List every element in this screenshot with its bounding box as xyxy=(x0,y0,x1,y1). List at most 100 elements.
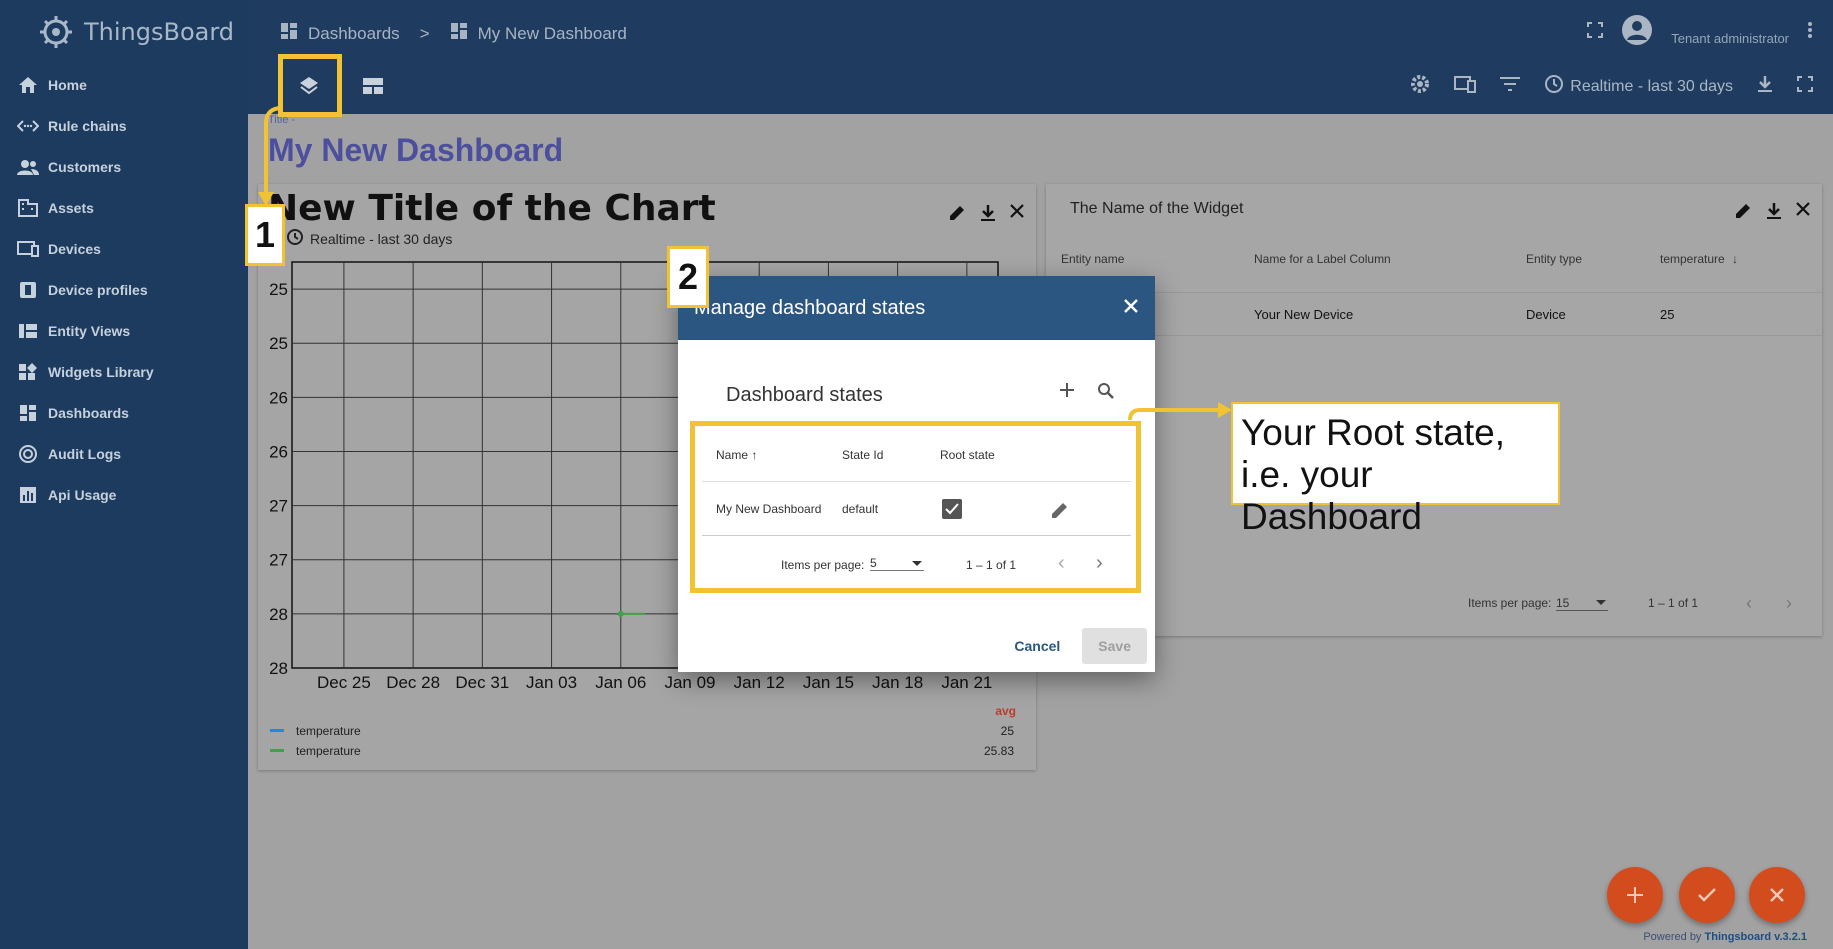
add-icon[interactable] xyxy=(1059,382,1075,405)
fullscreen-icon[interactable] xyxy=(1587,22,1604,43)
filter-icon[interactable] xyxy=(1500,77,1521,96)
chevron-left-icon[interactable]: ‹ xyxy=(1746,593,1752,614)
sidebar-item-label: Customers xyxy=(48,158,122,175)
download-icon[interactable] xyxy=(1766,202,1782,225)
sidebar-item-device-profiles[interactable]: Device profiles xyxy=(0,269,248,310)
settings-icon[interactable] xyxy=(1410,74,1430,99)
dashboard-toolbar: Realtime - last 30 days xyxy=(1410,74,1813,99)
widget-actions xyxy=(1734,202,1810,225)
sidebar-item-label: Rule chains xyxy=(48,117,127,134)
download-icon[interactable] xyxy=(1757,75,1773,98)
sidebar-item-entity-views[interactable]: Entity Views xyxy=(0,310,248,351)
close-icon xyxy=(1770,888,1784,902)
sidebar-item-rule-chains[interactable]: Rule chains xyxy=(0,105,248,146)
legend-swatch-green xyxy=(270,749,284,752)
callout-line: Your Root state, xyxy=(1241,412,1505,453)
legend-swatch-blue xyxy=(270,729,284,732)
y-tick-label: 27 xyxy=(269,497,288,516)
sidebar-item-home[interactable]: Home xyxy=(0,64,248,105)
cell-temperature: 25 xyxy=(1660,307,1675,322)
sidebar: ThingsBoard Home Rule chains Customers A… xyxy=(0,0,248,949)
x-tick-label: Dec 28 xyxy=(386,673,440,692)
sidebar-item-widgets-library[interactable]: Widgets Library xyxy=(0,351,248,392)
arrow-down-icon: ↓ xyxy=(1732,252,1738,266)
avatar[interactable] xyxy=(1621,14,1653,51)
widget-title: The Name of the Widget xyxy=(1070,200,1244,217)
topbar: Dashboards > My New Dashboard Tenant adm… xyxy=(248,0,1833,114)
sidebar-item-api-usage[interactable]: Api Usage xyxy=(0,474,248,515)
root-state-callout: Your Root state, i.e. your Dashboard xyxy=(1231,402,1560,537)
dialog-actions: Cancel Save xyxy=(1006,628,1147,664)
dashboards-icon xyxy=(280,22,298,45)
cancel-button[interactable]: Cancel xyxy=(1006,628,1068,664)
audit-logs-icon xyxy=(16,444,40,464)
step-2-badge: 2 xyxy=(667,246,709,308)
y-tick-label: 28 xyxy=(269,605,288,624)
sidebar-item-label: Device profiles xyxy=(48,281,148,298)
apply-changes-button[interactable] xyxy=(1679,867,1735,923)
column-header[interactable]: Entity type xyxy=(1526,252,1582,266)
timewindow-button[interactable]: Realtime - last 30 days xyxy=(1544,74,1733,99)
check-icon xyxy=(1698,888,1716,902)
y-tick-label: 28 xyxy=(269,659,288,678)
page-range: 1 – 1 of 1 xyxy=(1648,596,1699,610)
search-icon[interactable] xyxy=(1097,382,1115,405)
manage-layouts-button[interactable] xyxy=(346,56,400,116)
dialog-title: Manage dashboard states xyxy=(694,296,926,319)
customers-icon xyxy=(16,157,40,177)
save-button[interactable]: Save xyxy=(1082,628,1147,664)
callout-line: i.e. your Dashboard xyxy=(1241,454,1423,537)
dashboards-icon xyxy=(16,403,40,423)
chevron-right-icon[interactable]: › xyxy=(1786,593,1792,614)
cell-label: Your New Device xyxy=(1254,307,1354,322)
sidebar-item-assets[interactable]: Assets xyxy=(0,187,248,228)
legend-series-value: 25 xyxy=(1000,724,1014,738)
sidebar-item-audit-logs[interactable]: Audit Logs xyxy=(0,433,248,474)
clock-icon xyxy=(1544,74,1564,99)
api-usage-icon xyxy=(16,485,40,505)
sidebar-item-label: Entity Views xyxy=(48,322,131,339)
add-widget-button[interactable] xyxy=(1607,867,1663,923)
more-vert-icon[interactable] xyxy=(1807,21,1813,44)
breadcrumb-dashboards[interactable]: Dashboards xyxy=(308,24,400,44)
user-role: Tenant administrator xyxy=(1671,31,1789,46)
sidebar-item-devices[interactable]: Devices xyxy=(0,228,248,269)
legend-series-name: temperature xyxy=(296,724,361,738)
breadcrumb-separator: > xyxy=(419,23,430,43)
sidebar-item-label: Assets xyxy=(48,199,94,216)
sidebar-item-label: Devices xyxy=(48,240,101,257)
entity-views-icon xyxy=(16,321,40,341)
app-name: ThingsBoard xyxy=(84,18,235,46)
timewindow-label: Realtime - last 30 days xyxy=(1570,77,1733,95)
x-tick-label: Jan 09 xyxy=(664,673,715,692)
page-size-value: 15 xyxy=(1556,596,1570,610)
edit-icon[interactable] xyxy=(1734,202,1752,225)
table-row[interactable]: e Your New Device Device 25 xyxy=(1046,292,1822,336)
sidebar-item-customers[interactable]: Customers xyxy=(0,146,248,187)
decline-changes-button[interactable] xyxy=(1749,867,1805,923)
sidebar-item-dashboards[interactable]: Dashboards xyxy=(0,392,248,433)
close-icon[interactable] xyxy=(1123,298,1139,319)
view-quilt-icon xyxy=(363,78,383,94)
column-header[interactable]: Entity name xyxy=(1061,252,1124,266)
page-size-select[interactable]: 15 xyxy=(1556,596,1608,611)
close-icon[interactable] xyxy=(1796,202,1810,225)
assets-icon xyxy=(16,198,40,218)
column-header[interactable]: temperature xyxy=(1660,252,1725,266)
thingsboard-logo-icon xyxy=(40,16,72,48)
legend-series-value: 25.83 xyxy=(983,744,1014,758)
legend-row: temperature 25.83 xyxy=(270,742,1014,760)
powered-brand[interactable]: Thingsboard v.3.2.1 xyxy=(1705,931,1808,943)
step-1-badge: 1 xyxy=(245,204,285,266)
layouts-icon[interactable] xyxy=(1454,75,1477,98)
dropdown-arrow-icon xyxy=(1596,600,1606,605)
sidebar-menu: Home Rule chains Customers Assets Device… xyxy=(0,64,248,515)
sidebar-item-label: Dashboards xyxy=(48,404,129,421)
logo[interactable]: ThingsBoard xyxy=(36,12,234,52)
x-tick-label: Dec 25 xyxy=(317,673,371,692)
legend-header: avg xyxy=(995,704,1016,718)
states-section-title: Dashboard states xyxy=(726,384,883,406)
column-header[interactable]: Name for a Label Column xyxy=(1254,252,1391,266)
fullscreen-icon[interactable] xyxy=(1797,76,1813,97)
y-tick-label: 25 xyxy=(269,280,288,299)
